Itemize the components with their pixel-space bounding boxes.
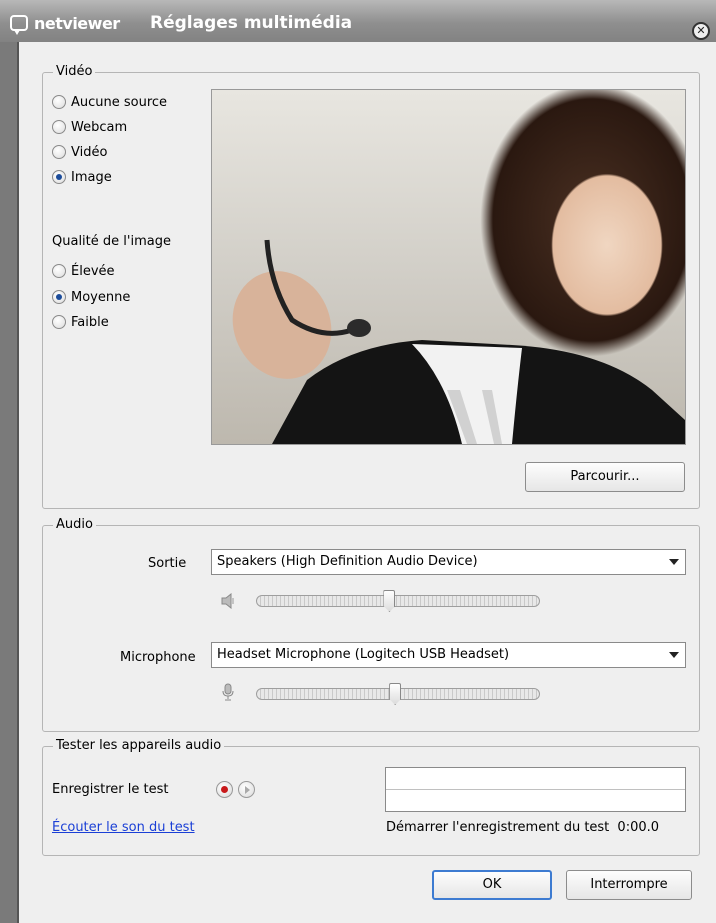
radio-quality-medium[interactable]: Moyenne	[52, 287, 130, 307]
radio-quality-low[interactable]: Faible	[52, 312, 109, 332]
listen-test-link[interactable]: Écouter le son du test	[52, 820, 195, 835]
netviewer-logo: netviewer	[10, 13, 120, 35]
title-bar[interactable]: netviewer Réglages multimédia ✕	[0, 0, 716, 42]
radio-webcam[interactable]: Webcam	[52, 117, 127, 137]
output-label: Sortie	[148, 556, 187, 571]
radio-quality-medium-button[interactable]	[52, 290, 66, 304]
radio-video-label: Vidéo	[71, 144, 108, 160]
microphone-icon	[222, 683, 234, 701]
radio-quality-medium-label: Moyenne	[71, 289, 131, 305]
play-icon	[245, 786, 250, 794]
radio-no-source-button[interactable]	[52, 95, 66, 109]
record-test-label: Enregistrer le test	[52, 782, 169, 797]
audio-legend: Audio	[53, 517, 96, 532]
microphone-label: Microphone	[120, 650, 196, 665]
preview-photo-illustration	[232, 239, 685, 444]
microphone-device-select[interactable]: Headset Microphone (Logitech USB Headset…	[211, 642, 686, 668]
radio-no-source[interactable]: Aucune source	[52, 92, 167, 112]
settings-window: netviewer Réglages multimédia ✕ Vidéo Au…	[0, 0, 716, 923]
radio-webcam-label: Webcam	[71, 119, 128, 135]
radio-quality-high-button[interactable]	[52, 264, 66, 278]
recording-time: 0:00.0	[617, 820, 660, 835]
level-divider	[386, 789, 685, 790]
output-device-value: Speakers (High Definition Audio Device)	[217, 554, 478, 569]
recording-status-text: Démarrer l'enregistrement du test	[386, 820, 610, 835]
cancel-button[interactable]: Interrompre	[566, 870, 692, 900]
radio-video-button[interactable]	[52, 145, 66, 159]
radio-webcam-button[interactable]	[52, 120, 66, 134]
image-quality-heading: Qualité de l'image	[52, 234, 171, 249]
radio-quality-low-button[interactable]	[52, 315, 66, 329]
browse-button[interactable]: Parcourir...	[525, 462, 685, 492]
close-icon[interactable]: ✕	[692, 22, 710, 40]
video-legend: Vidéo	[53, 64, 96, 79]
record-button[interactable]	[216, 781, 233, 798]
window-title: Réglages multimédia	[150, 13, 353, 33]
audio-test-legend: Tester les appareils audio	[53, 738, 225, 753]
radio-no-source-label: Aucune source	[71, 94, 168, 110]
radio-image-label: Image	[71, 169, 112, 185]
preview-image	[211, 89, 686, 445]
microphone-device-value: Headset Microphone (Logitech USB Headset…	[217, 647, 510, 662]
output-volume-slider[interactable]	[256, 595, 540, 607]
radio-image-button[interactable]	[52, 170, 66, 184]
radio-image[interactable]: Image	[52, 167, 112, 187]
radio-video[interactable]: Vidéo	[52, 142, 107, 162]
output-device-select[interactable]: Speakers (High Definition Audio Device)	[211, 549, 686, 575]
play-button[interactable]	[238, 781, 255, 798]
radio-quality-low-label: Faible	[71, 314, 109, 330]
record-icon	[221, 786, 228, 793]
radio-quality-high[interactable]: Élevée	[52, 261, 115, 281]
chevron-down-icon	[669, 652, 679, 658]
recording-status: Démarrer l'enregistrement du test 0:00.0	[386, 820, 659, 835]
recording-level-box	[385, 767, 686, 812]
chat-bubble-icon	[10, 15, 28, 35]
radio-quality-high-label: Élevée	[71, 263, 115, 279]
chevron-down-icon	[669, 559, 679, 565]
dialog-left-edge	[17, 42, 19, 923]
logo-text: netviewer	[34, 13, 120, 33]
speaker-icon	[221, 593, 234, 609]
ok-button[interactable]: OK	[432, 870, 552, 900]
